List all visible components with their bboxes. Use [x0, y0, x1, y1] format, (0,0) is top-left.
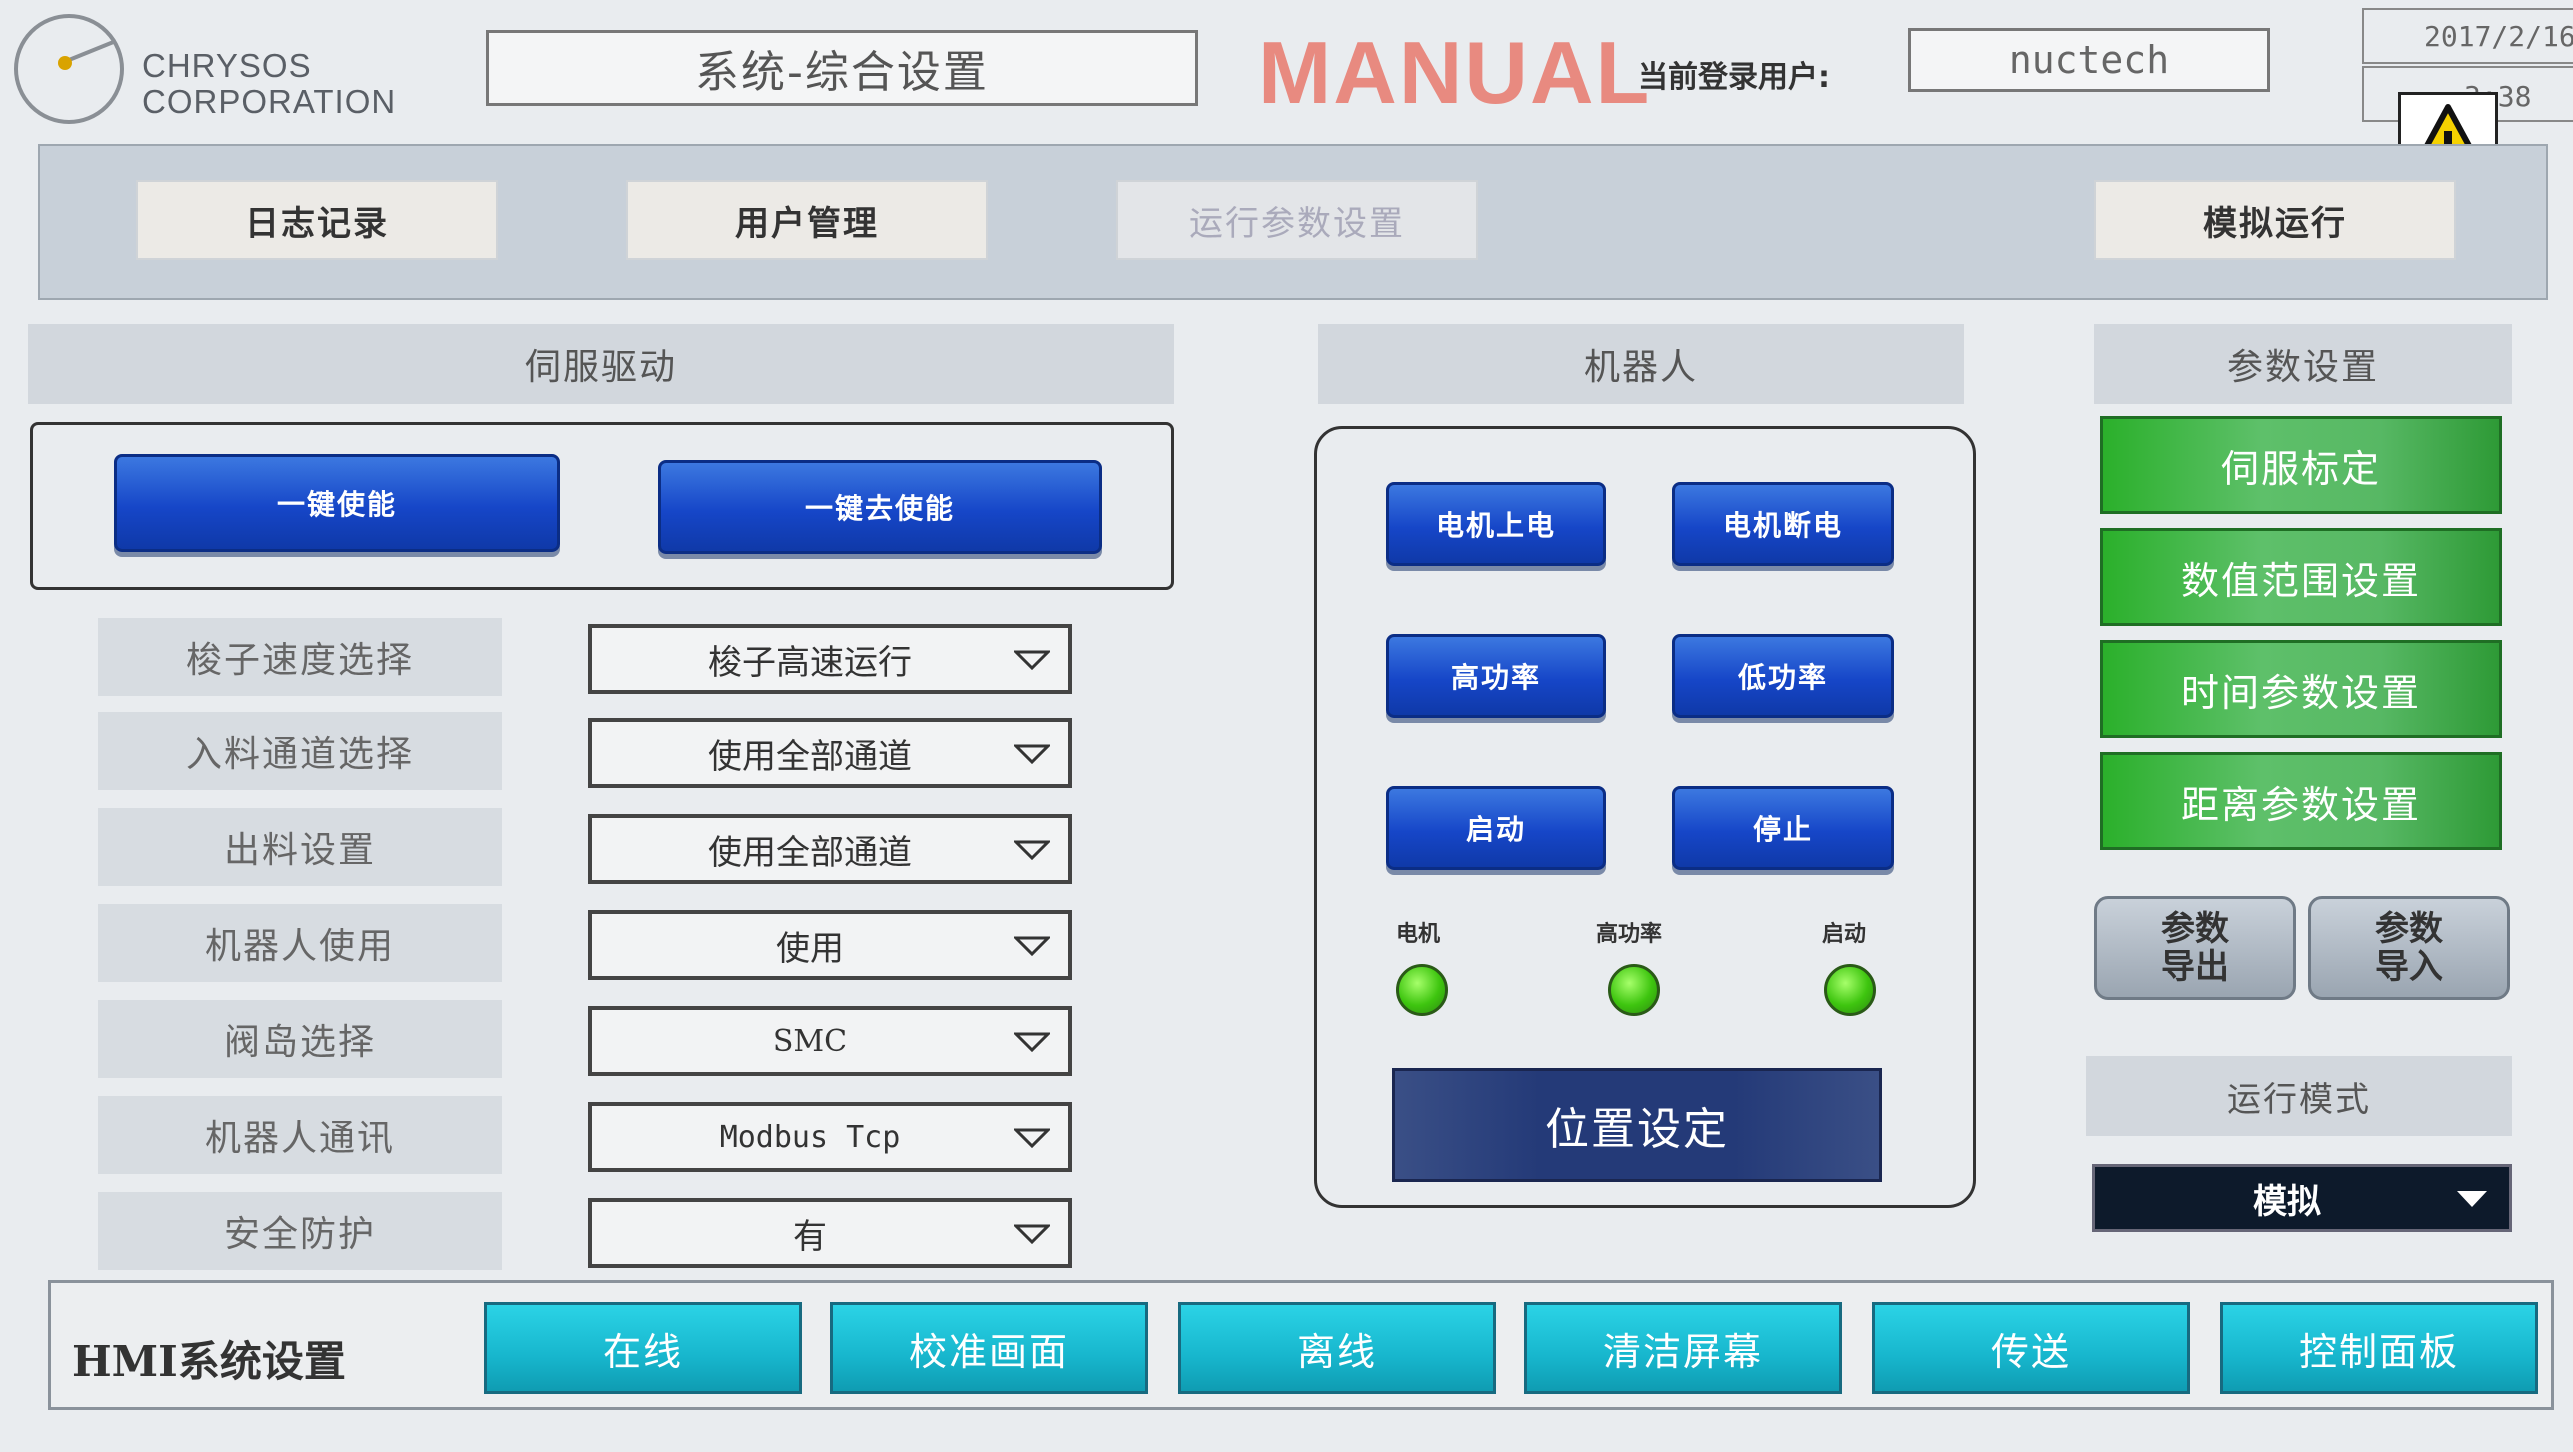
- export-line2: 导出: [2161, 947, 2229, 987]
- logo-line1: CHRYSOS: [142, 47, 312, 84]
- run-mode-select[interactable]: 模拟: [2092, 1164, 2512, 1232]
- servo-drive-header: 伺服驱动: [28, 324, 1174, 404]
- shuttle-speed-label: 梭子速度选择: [98, 618, 502, 696]
- robot-use-value: 使用: [776, 928, 844, 969]
- log-button[interactable]: 日志记录: [136, 180, 498, 260]
- chevron-down-icon: [1014, 1224, 1050, 1244]
- feed-channel-label: 入料通道选择: [98, 712, 502, 790]
- hmi-settings-title: HMI系统设置: [72, 1337, 346, 1386]
- chevron-down-icon: [2457, 1191, 2487, 1207]
- transfer-button[interactable]: 传送: [1872, 1302, 2190, 1394]
- start-button[interactable]: 启动: [1386, 786, 1606, 870]
- chevron-down-icon: [1014, 840, 1050, 860]
- enable-all-button[interactable]: 一键使能: [114, 454, 560, 552]
- valve-island-value: SMC: [772, 1023, 848, 1059]
- shuttle-speed-select[interactable]: 梭子高速运行: [588, 624, 1072, 694]
- page-title: 系统-综合设置: [486, 30, 1198, 106]
- output-setting-value: 使用全部通道: [708, 832, 912, 873]
- feed-channel-value: 使用全部通道: [708, 736, 912, 777]
- online-button[interactable]: 在线: [484, 1302, 802, 1394]
- servo-calibration-button[interactable]: 伺服标定: [2100, 416, 2502, 514]
- mode-indicator: MANUAL: [1258, 23, 1652, 122]
- high-power-button[interactable]: 高功率: [1386, 634, 1606, 718]
- robot-header: 机器人: [1318, 324, 1964, 404]
- output-setting-select[interactable]: 使用全部通道: [588, 814, 1072, 884]
- safety-guard-label: 安全防护: [98, 1192, 502, 1270]
- position-setting-button[interactable]: 位置设定: [1392, 1068, 1882, 1182]
- robot-comm-label: 机器人通讯: [98, 1096, 502, 1174]
- motor-power-on-button[interactable]: 电机上电: [1386, 482, 1606, 566]
- company-logo-text: CHRYSOS CORPORATION: [142, 48, 396, 120]
- shuttle-speed-value: 梭子高速运行: [708, 642, 912, 683]
- robot-comm-value: Modbus Tcp: [719, 1119, 901, 1155]
- motor-power-off-button[interactable]: 电机断电: [1672, 482, 1894, 566]
- stop-button[interactable]: 停止: [1672, 786, 1894, 870]
- simulate-run-button[interactable]: 模拟运行: [2094, 180, 2456, 260]
- chevron-down-icon: [1014, 1128, 1050, 1148]
- valve-island-label: 阀岛选择: [98, 1000, 502, 1078]
- chevron-down-icon: [1014, 1032, 1050, 1052]
- logo-ring: [14, 14, 124, 124]
- import-line1: 参数: [2375, 909, 2443, 949]
- current-user-label: 当前登录用户:: [1638, 60, 1830, 95]
- chevron-down-icon: [1014, 744, 1050, 764]
- feed-channel-select[interactable]: 使用全部通道: [588, 718, 1072, 788]
- date-display: 2017/2/16: [2362, 8, 2573, 64]
- motor-led-label: 电机: [1396, 922, 1441, 947]
- valve-island-select[interactable]: SMC: [588, 1006, 1072, 1076]
- safety-guard-value: 有: [793, 1216, 827, 1257]
- time-params-button[interactable]: 时间参数设置: [2100, 640, 2502, 738]
- import-line2: 导入: [2375, 947, 2443, 987]
- distance-params-button[interactable]: 距离参数设置: [2100, 752, 2502, 850]
- high-power-led-label: 高功率: [1596, 922, 1663, 947]
- high-power-status-led: [1608, 964, 1660, 1016]
- robot-use-select[interactable]: 使用: [588, 910, 1072, 980]
- value-range-button[interactable]: 数值范围设置: [2100, 528, 2502, 626]
- user-management-button[interactable]: 用户管理: [626, 180, 988, 260]
- logo-line2: CORPORATION: [142, 83, 397, 120]
- run-mode-label: 运行模式: [2086, 1056, 2512, 1136]
- params-header: 参数设置: [2094, 324, 2512, 404]
- run-params-button[interactable]: 运行参数设置: [1116, 180, 1478, 260]
- current-user-value: nuctech: [1908, 28, 2270, 92]
- start-status-led: [1824, 964, 1876, 1016]
- offline-button[interactable]: 离线: [1178, 1302, 1496, 1394]
- clean-screen-button[interactable]: 清洁屏幕: [1524, 1302, 1842, 1394]
- start-led-label: 启动: [1822, 922, 1867, 947]
- control-panel-button[interactable]: 控制面板: [2220, 1302, 2538, 1394]
- calibrate-screen-button[interactable]: 校准画面: [830, 1302, 1148, 1394]
- disable-all-button[interactable]: 一键去使能: [658, 460, 1102, 554]
- low-power-button[interactable]: 低功率: [1672, 634, 1894, 718]
- import-params-button[interactable]: 参数 导入: [2308, 896, 2510, 1000]
- safety-guard-select[interactable]: 有: [588, 1198, 1072, 1268]
- logo-dot: [58, 56, 72, 70]
- output-setting-label: 出料设置: [98, 808, 502, 886]
- chevron-down-icon: [1014, 936, 1050, 956]
- chevron-down-icon: [1014, 650, 1050, 670]
- export-line1: 参数: [2161, 909, 2229, 949]
- motor-status-led: [1396, 964, 1448, 1016]
- robot-use-label: 机器人使用: [98, 904, 502, 982]
- export-params-button[interactable]: 参数 导出: [2094, 896, 2296, 1000]
- run-mode-value: 模拟: [2253, 1181, 2321, 1222]
- robot-comm-select[interactable]: Modbus Tcp: [588, 1102, 1072, 1172]
